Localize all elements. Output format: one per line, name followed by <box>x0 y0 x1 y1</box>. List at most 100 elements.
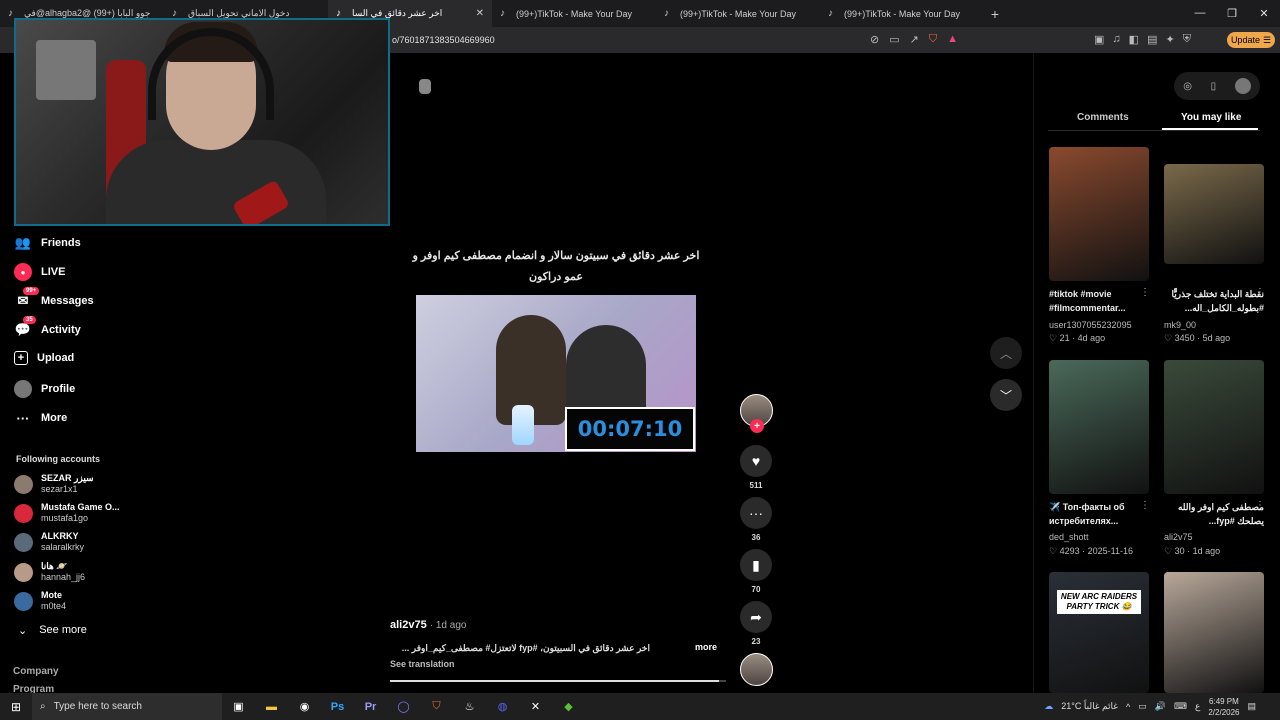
footer-link-company[interactable]: Company <box>13 666 59 677</box>
video-card-title[interactable]: مصطفى كيم اوفر والله يصلحك #fyp... <box>1164 500 1264 528</box>
weather-icon[interactable]: ☁ <box>1044 701 1053 712</box>
browser-tab[interactable]: ♪ (99+)TikTok - Make Your Day <box>492 0 656 27</box>
maximize-icon[interactable]: ❐ <box>1216 7 1248 20</box>
see-translation-link[interactable]: See translation <box>390 659 455 669</box>
new-tab-button[interactable]: + <box>984 6 1006 22</box>
video-card-thumbnail[interactable] <box>1049 360 1149 494</box>
media-icon[interactable]: ♫ <box>1112 33 1120 46</box>
network-icon[interactable]: ▭ <box>1138 701 1147 712</box>
save-button[interactable]: ▮ 70 <box>739 549 773 594</box>
sidebar-toggle-icon[interactable]: ◧ <box>1129 33 1139 46</box>
discord-icon[interactable]: ◍ <box>486 693 519 720</box>
video-card-title[interactable]: نقطة البداية تختلف جذريًّا #بطوله_الكامل… <box>1164 287 1265 315</box>
steam-icon[interactable]: ♨ <box>453 693 486 720</box>
sidebar-item-activity[interactable]: 💬 35 Activity <box>14 316 81 339</box>
following-account[interactable]: Mustafa Game O... mustafa1go <box>14 502 120 524</box>
clock[interactable]: 6:49 PM 2/2/2026 <box>1208 696 1239 718</box>
profile-icon <box>14 380 32 398</box>
mute-toggle-icon[interactable] <box>419 79 431 94</box>
leo-icon[interactable]: ✦ <box>1165 33 1174 46</box>
video-card-thumbnail[interactable] <box>1049 147 1149 281</box>
video-card-thumbnail[interactable]: NEW ARC RAIDERS PARTY TRICK 😂 <box>1049 572 1149 693</box>
taskbar-search[interactable]: ⌕ Type here to search <box>32 693 222 720</box>
next-video-button[interactable]: ﹀ <box>990 379 1022 411</box>
following-account[interactable]: SEZAR سيزر sezar1x1 <box>14 473 94 495</box>
user-avatar[interactable] <box>1234 78 1251 94</box>
more-options-icon[interactable]: ⋮ <box>1255 287 1265 298</box>
tab-comments[interactable]: Comments <box>1077 112 1129 123</box>
browser-tab[interactable]: ♪ (99+)TikTok - Make Your Day <box>820 0 984 27</box>
previous-video-button[interactable]: ︿ <box>990 337 1022 369</box>
video-card-title[interactable]: ✈️ Топ-факты об истребителях... <box>1049 500 1149 528</box>
video-card-thumbnail[interactable] <box>1164 572 1264 693</box>
compass-icon[interactable]: ◎ <box>1183 81 1192 92</box>
keyboard-icon[interactable]: ⌨ <box>1174 701 1187 712</box>
video-card-title[interactable]: #tiktok #movie #filmcommentar... <box>1049 287 1149 315</box>
share-button[interactable]: ➦ 23 <box>739 601 773 646</box>
brave-browser-icon[interactable]: ⛉ <box>420 693 453 720</box>
more-options-icon[interactable]: ⋮ <box>1255 500 1265 511</box>
live-icon: ● <box>14 263 32 281</box>
windows-start-icon[interactable]: ⊞ <box>0 700 32 714</box>
url-field[interactable]: o/7601871383504669960 <box>392 35 495 45</box>
avatar <box>14 532 33 552</box>
premiere-icon[interactable]: Pr <box>354 693 387 720</box>
like-button[interactable]: ♥ 511 <box>739 445 773 490</box>
tiktok-logo-icon: ♪ <box>664 7 669 19</box>
menu-icon: ☰ <box>1262 34 1272 45</box>
chevron-up-icon[interactable]: ^ <box>1126 702 1130 712</box>
share-page-icon[interactable]: ↗ <box>910 33 919 46</box>
minecraft-icon[interactable]: ◆ <box>552 693 585 720</box>
more-options-icon[interactable]: ⋮ <box>1140 287 1150 298</box>
mute-icon[interactable]: ⊘ <box>870 33 879 46</box>
messages-badge: 99+ <box>23 287 40 295</box>
device-icon[interactable]: ▯ <box>1211 81 1217 92</box>
following-account[interactable]: Mote m0te4 <box>14 590 66 612</box>
volume-icon[interactable]: 🔊 <box>1155 701 1166 712</box>
photoshop-icon[interactable]: Ps <box>321 693 354 720</box>
update-button[interactable]: Update ☰ <box>1227 32 1275 48</box>
video-card-user[interactable]: ali2v75 <box>1164 532 1193 542</box>
reader-icon[interactable]: ▣ <box>1094 33 1104 46</box>
video-card-user[interactable]: ded_shott <box>1049 532 1089 542</box>
brave-rewards-icon[interactable]: ▲ <box>947 33 958 46</box>
video-card-user[interactable]: user1307055232095 <box>1049 320 1132 330</box>
obs-icon[interactable]: ◉ <box>288 693 321 720</box>
minimize-icon[interactable]: — <box>1184 7 1216 20</box>
sidebar-item-profile[interactable]: Profile <box>14 380 75 398</box>
notification-icon[interactable]: ▤ <box>1247 701 1256 712</box>
language-indicator[interactable]: ع <box>1195 701 1200 712</box>
brave-shield-icon[interactable]: ⛉ <box>929 33 937 46</box>
video-author[interactable]: ali2v75 · 1d ago <box>390 619 466 631</box>
see-more-button[interactable]: ⌄ See more <box>18 624 87 637</box>
sidebar-item-more[interactable]: ··· More <box>14 409 68 427</box>
capcut-icon[interactable]: ✕ <box>519 693 552 720</box>
vpn-icon[interactable]: ⛨ <box>1183 33 1191 46</box>
sidebar-item-live[interactable]: ● LIVE <box>14 263 65 281</box>
close-window-icon[interactable]: ✕ <box>1248 7 1280 20</box>
follow-plus-icon[interactable]: + <box>750 419 764 433</box>
sidebar-item-friends[interactable]: 👥 Friends <box>14 234 81 252</box>
weather-text[interactable]: 21°C غائم غالباً <box>1061 701 1118 712</box>
sidebar-item-messages[interactable]: ✉ 99+ Messages <box>14 287 94 310</box>
file-explorer-icon[interactable]: ▬ <box>255 693 288 720</box>
video-card-thumbnail[interactable] <box>1164 360 1264 494</box>
tab-you-may-like[interactable]: You may like <box>1181 112 1241 123</box>
following-account[interactable]: ALKRKY salaralkrky <box>14 531 84 553</box>
video-progress-bar[interactable] <box>390 680 726 682</box>
browser-tab[interactable]: ♪ (99+)TikTok - Make Your Day <box>656 0 820 27</box>
video-card-thumbnail[interactable] <box>1164 164 1264 264</box>
sidebar-item-upload[interactable]: + Upload <box>14 351 74 365</box>
caption-more-link[interactable]: more <box>695 642 717 652</box>
cortana-icon[interactable]: ◯ <box>387 693 420 720</box>
music-avatar[interactable] <box>740 653 773 686</box>
wallet-icon[interactable]: ▤ <box>1147 33 1157 46</box>
cast-icon[interactable]: ▭ <box>889 33 899 46</box>
video-card-user[interactable]: mk9_00 <box>1164 320 1196 330</box>
task-view-icon[interactable]: ▣ <box>222 693 255 720</box>
comment-button[interactable]: ··· 36 <box>739 497 773 542</box>
more-options-icon[interactable]: ⋮ <box>1140 500 1150 511</box>
following-account[interactable]: هانا 🪐 hannah_jj6 <box>14 561 85 583</box>
close-icon[interactable]: ✕ <box>476 8 484 19</box>
video-progress-fill <box>390 680 720 682</box>
